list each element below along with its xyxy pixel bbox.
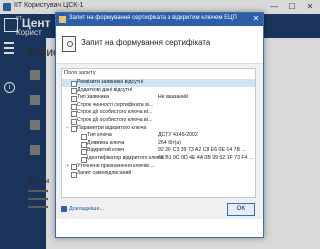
request-fields-panel: Поля запиту Реквізити заявника відсутні Д… (61, 68, 256, 198)
field-value: 69 B1 9C 0D 4E 4A 0B 99 52 1F 73 F4 ... (158, 154, 254, 161)
field-label: Тип заявника (77, 94, 109, 101)
details-icon (61, 205, 67, 212)
field-value: Не вказаний (158, 94, 188, 101)
field-label: Строк чинності сертифіката ві... (77, 101, 154, 108)
dialog-titlebar: Запит на формування сертифіката з відкри… (56, 13, 263, 26)
field-row[interactable]: Тип ключа ДСТУ 4145-2002 (62, 132, 255, 140)
field-label: Ідентифікатор відкритого ключа (87, 154, 164, 161)
dialog-heading: Запит на формування сертифіката (81, 38, 211, 47)
field-row[interactable]: Реквізити заявника відсутні (62, 79, 255, 87)
field-label: Строк дії особистого ключа ві... (77, 116, 153, 123)
field-row[interactable]: Ідентифікатор відкритого ключа 69 B1 9C 0… (62, 155, 255, 163)
field-row[interactable]: + Уточнене призначення ключів ... (62, 163, 255, 171)
fields-list: Реквізити заявника відсутні Додаткові дан… (62, 79, 255, 178)
field-row[interactable]: − Параметри відкритого ключа (62, 125, 255, 133)
field-label: Уточнене призначення ключів ... (77, 162, 155, 169)
dialog-title: Запит на формування сертифіката з відкри… (69, 15, 237, 21)
field-row[interactable]: Відкритий ключ 92 2F C3 39 73 A2 C8 E6 0E… (62, 147, 255, 156)
expand-icon[interactable]: + (65, 163, 70, 171)
field-value: 92 2F C3 39 73 A2 C8 E6 0E 14 7B ... (158, 147, 246, 154)
details-link-label: Докладніше... (69, 206, 105, 212)
field-row[interactable]: Запит самопідписаний (62, 170, 255, 178)
fields-header: Поля запиту (64, 70, 96, 76)
field-row[interactable]: Строк дії особистого ключа ві... (62, 109, 255, 118)
field-label: Запит самопідписаний (77, 170, 132, 177)
collapse-icon[interactable]: − (65, 125, 70, 133)
dialog-app-icon (59, 16, 66, 23)
field-row[interactable]: Строк чинності сертифіката ві... (62, 102, 255, 110)
field-label: Тип ключа (87, 132, 112, 139)
field-label: Відкритий ключ (87, 147, 125, 154)
dialog-body: Поля запиту Реквізити заявника відсутні Д… (56, 64, 263, 219)
dialog-close-icon[interactable]: ✕ (251, 14, 261, 24)
field-row[interactable]: Строк дії особистого ключа ві... (62, 117, 255, 125)
details-link[interactable]: Докладніше... (61, 203, 104, 215)
field-row[interactable]: Тип заявника Не вказаний (62, 94, 255, 102)
field-label: Строк дії особистого ключа ві... (77, 109, 153, 116)
field-label: Параметри відкритого ключа (77, 124, 147, 131)
field-label: Додаткові дані відсутні (77, 86, 132, 93)
field-value: 264 біт(а) (158, 139, 181, 146)
certificate-icon (62, 36, 76, 52)
certificate-request-dialog: Запит на формування сертифіката з відкри… (55, 12, 264, 238)
ok-button[interactable]: OK (227, 203, 255, 216)
dialog-footer: Докладніше... OK (61, 203, 257, 216)
dialog-header: Запит на формування сертифіката (56, 26, 263, 63)
field-label: Реквізити заявника відсутні (77, 79, 144, 85)
field-value: ДСТУ 4145-2002 (158, 132, 198, 139)
